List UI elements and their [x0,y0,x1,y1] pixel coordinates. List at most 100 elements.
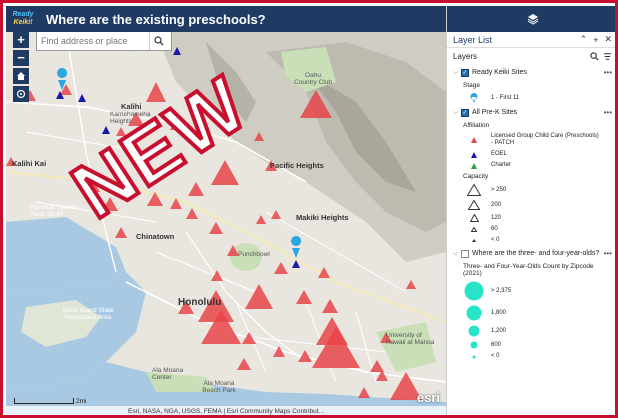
search-icon [153,36,163,46]
map-label-ala-moana-beach-park: Ala Moana Beach Park [202,380,236,394]
triangle-outline-icon [463,214,485,222]
ready-keiki-logo: Ready Keiki! [6,6,40,32]
circle-icon [463,325,485,337]
legend-item: 600 [447,339,615,351]
legend-label: > 2,375 [491,287,512,294]
legend-label: < 0 [491,237,500,243]
legend-label: 120 [491,214,502,221]
search-input[interactable] [37,33,149,49]
zoom-out-button[interactable]: − [13,50,29,66]
map-attribution: Esri, NASA, NGA, USGS, FEMA | Esri Commu… [6,406,446,415]
app-header: Ready Keiki! Where are the existing pres… [6,6,446,32]
legend-item: EOEL [447,149,615,160]
zoom-in-button[interactable]: + [13,32,29,48]
legend-item: 1 - First 11 [447,91,615,105]
layer-visibility-checkbox[interactable]: ✓ [461,108,469,117]
legend-label: Charter [491,162,512,168]
legend-label: > 250 [491,186,507,193]
circle-icon [463,281,485,301]
map-label-makiki-heights: Makiki Heights [296,213,349,222]
legend-label: 60 [491,226,498,232]
map-label-university-hawaii: University of Hawaii at Manoa [386,332,435,346]
map-label-harbor-piers: Honolulu Harbor-Piers 39-40 [30,204,80,218]
legend-item: < 0 [447,351,615,362]
legend-item: > 250 [447,182,615,198]
map-label-kalihi-kai: Kalihi Kai [12,159,47,168]
pin-icon [463,93,485,103]
layer-name: Where are the three- and four-year-olds? [472,250,600,257]
map-view[interactable]: Kalihi Kamehameha Heights Kalihi Kai Hon… [6,32,446,415]
search-box [36,32,172,51]
layer-list-panel: Layer List ⌃ + ✕ Layers ⌵ ✓ Ready Keiki … [446,6,615,415]
green-triangle-icon [463,162,485,169]
legend-label: < 0 [491,353,500,359]
filter-icon[interactable] [603,52,612,61]
legend-title-zipcode: Three- and Four-Year-Olds Count by Zipco… [463,263,594,277]
legend-label: EOEL [491,151,508,157]
panel-toolbar [447,6,615,32]
legend-title-affiliation: Affiliation [463,122,490,129]
search-layers-icon[interactable] [590,52,599,61]
layers-section-header: Layers [447,48,615,65]
map-label-oahu-country-club: Oahu Country Club [294,72,332,86]
logo-text-ready: Ready [12,11,34,18]
legend-item: Licensed Group Child Care (Preschools) -… [447,131,615,149]
esri-logo: esri [416,390,440,405]
legend-item: < 0 [447,235,615,246]
layers-icon[interactable] [527,13,539,25]
locate-button[interactable] [13,86,29,102]
dock-icon[interactable]: + [593,35,598,45]
layer-visibility-checkbox[interactable]: ✓ [461,68,469,77]
legend-item: 120 [447,212,615,224]
layer-options-icon[interactable]: ••• [604,68,612,77]
legend-item: 200 [447,198,615,212]
red-triangle-icon [463,137,485,143]
app-title: Where are the existing preschools? [46,11,266,27]
close-icon[interactable]: ✕ [604,34,612,45]
search-button[interactable] [149,32,167,50]
layer-options-icon[interactable]: ••• [604,249,612,258]
logo-text-keiki: Keiki! [13,19,33,26]
legend-label: 1 - First 11 [491,94,520,101]
expand-chevron-icon[interactable]: ⌵ [453,109,461,117]
layer-name: Ready Keiki Sites [472,69,527,76]
legend-item: 1,800 [447,303,615,323]
triangle-outline-icon [463,239,485,242]
map-label-pacific-heights: Pacific Heights [270,161,324,170]
legend-label: 600 [491,341,502,348]
layer-options-icon[interactable]: ••• [604,108,612,117]
map-label-punchbowl: Punchbowl [238,251,270,258]
circle-icon [463,341,485,349]
map-label-honolulu: Honolulu [178,297,222,308]
legend-item: 1,200 [447,323,615,339]
expand-chevron-icon[interactable]: ⌵ [453,69,461,77]
legend-label: 1,800 [491,309,507,316]
collapse-icon[interactable]: ⌃ [580,34,588,45]
expand-chevron-icon[interactable]: ⌵ [453,250,461,258]
panel-title: Layer List [453,34,493,45]
layer-all-prek-sites[interactable]: ⌵ ✓ All Pre-K Sites ••• [447,105,615,120]
circle-icon [463,355,485,359]
map-label-chinatown: Chinatown [136,232,175,241]
layer-three-four-year-olds[interactable]: ⌵ Where are the three- and four-year-old… [447,246,615,261]
layer-ready-keiki-sites[interactable]: ⌵ ✓ Ready Keiki Sites ••• [447,65,615,80]
scale-label: 2mi [76,398,87,405]
legend-title-capacity: Capacity [463,173,489,180]
legend-title-stage: Stage [463,82,480,89]
locate-icon [16,89,26,99]
layer-name: All Pre-K Sites [472,109,518,116]
legend-label: Licensed Group Child Care (Preschools) -… [491,133,599,146]
home-icon [17,72,25,80]
blue-triangle-icon [463,151,485,158]
home-button[interactable] [13,68,29,84]
scale-bar [14,398,74,404]
legend-item: Charter [447,160,615,171]
panel-header: Layer List ⌃ + ✕ [447,32,615,48]
triangle-outline-icon [463,184,485,196]
map-label-ala-moana-center: Ala Moana Center [152,367,184,381]
triangle-outline-icon [463,200,485,210]
triangle-outline-icon [463,227,485,232]
legend-item: 60 [447,224,615,235]
app-frame: Ready Keiki! Where are the existing pres… [0,0,618,418]
layer-visibility-checkbox[interactable] [461,249,469,258]
